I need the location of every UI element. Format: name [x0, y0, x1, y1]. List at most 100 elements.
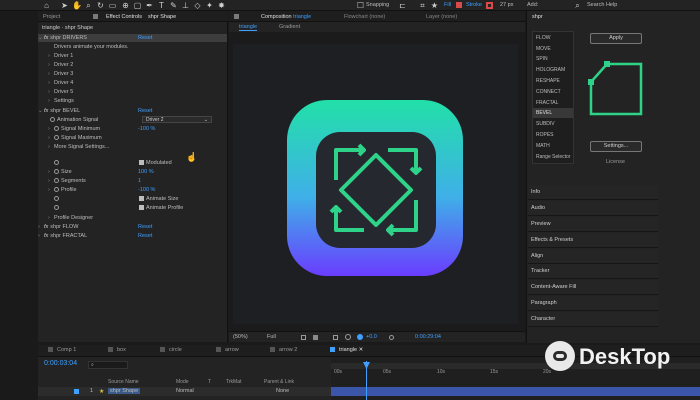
roto-tool-icon[interactable]: ✦ — [205, 1, 214, 10]
tab-project[interactable]: Project — [43, 14, 60, 20]
hand-tool-icon[interactable]: ✋ — [72, 1, 82, 10]
current-time[interactable]: 0:00:29:04 — [415, 334, 441, 340]
snap-icon[interactable]: ⊏ — [398, 1, 407, 10]
tab-composition[interactable]: Composition triangle — [261, 14, 311, 20]
composition-canvas[interactable] — [233, 44, 518, 324]
section-preview[interactable]: Preview — [528, 217, 658, 232]
grid-icon[interactable]: ⌗ — [418, 1, 427, 10]
channel-icon[interactable] — [345, 334, 351, 340]
zoom-tool-icon[interactable]: ⌕ — [84, 1, 93, 10]
reset-button[interactable]: Reset — [138, 107, 152, 115]
driver-3-row[interactable]: › Driver 3 — [48, 70, 73, 78]
section-tracker[interactable]: Tracker — [528, 264, 658, 279]
driver-1-row[interactable]: › Driver 1 — [48, 52, 73, 60]
fill-swatch[interactable] — [456, 2, 462, 8]
camera-tool-icon[interactable]: ▭ — [108, 1, 117, 10]
reset-button[interactable]: Reset — [138, 223, 152, 231]
stroke-swatch[interactable] — [486, 2, 493, 9]
layer-label-color[interactable] — [74, 389, 79, 394]
effect-row-flow[interactable]: › fx shpr FLOW Reset — [38, 223, 227, 231]
layer-mode-dropdown[interactable]: Normal — [176, 388, 194, 394]
star-icon[interactable]: ★ — [430, 1, 439, 10]
brush-tool-icon[interactable]: ✎ — [169, 1, 178, 10]
timeline-search-input[interactable]: ⌕ — [88, 361, 128, 369]
timeline-tab[interactable]: box — [108, 347, 126, 353]
section-paragraph[interactable]: Paragraph — [528, 296, 658, 311]
layer-name[interactable]: shpr Shape — [108, 388, 141, 394]
driver-5-row[interactable]: › Driver 5 — [48, 88, 73, 96]
animate-size-checkbox[interactable]: Animate Size — [139, 195, 178, 203]
section-content-aware-fill[interactable]: Content-Aware Fill — [528, 280, 658, 295]
timeline-tab[interactable]: Comp 1 — [48, 347, 76, 353]
module-item[interactable]: Range Selector — [536, 152, 570, 162]
module-item[interactable]: SPIN — [536, 54, 548, 64]
section-align[interactable]: Align — [528, 249, 658, 264]
settings-button[interactable]: Settings... — [590, 141, 642, 152]
license-link[interactable]: License — [606, 159, 625, 165]
segments-value[interactable]: 1 — [138, 177, 141, 185]
module-item[interactable]: ROPES — [536, 130, 554, 140]
lock-icon[interactable] — [93, 14, 98, 19]
animation-signal-dropdown[interactable]: Driver 2 ⌄ — [142, 116, 212, 123]
settings-row[interactable]: › Settings — [48, 97, 74, 105]
clone-tool-icon[interactable]: ⊥ — [181, 1, 190, 10]
reset-button[interactable]: Reset — [138, 232, 152, 240]
type-tool-icon[interactable]: T — [157, 1, 166, 10]
effect-row-drivers[interactable]: ⌄fx shpr DRIVERS Reset — [38, 34, 227, 42]
stroke-width-value[interactable]: 27 px — [500, 2, 513, 8]
profile-value[interactable]: -100 % — [138, 186, 155, 194]
module-item-active[interactable]: BEVEL — [533, 108, 573, 118]
signal-minimum-value[interactable]: -100 % — [138, 125, 155, 133]
snapping-checkbox-icon[interactable]: ☐ — [356, 1, 365, 10]
timeline-tab[interactable]: arrow — [216, 347, 239, 353]
module-item[interactable]: FRACTAL — [536, 98, 558, 108]
subtab-gradient[interactable]: Gradient — [279, 24, 300, 30]
effect-row-fractal[interactable]: › fx shpr FRACTAL Reset — [38, 232, 227, 240]
tab-flowchart[interactable]: Flowchart (none) — [344, 14, 385, 20]
timeline-tab[interactable]: arrow 2 — [270, 347, 297, 353]
animate-profile-checkbox[interactable]: Animate Profile — [139, 204, 183, 212]
fill-label[interactable]: Fill — [444, 2, 451, 8]
profile-designer-row[interactable]: › Profile Designer — [48, 214, 93, 222]
add-label[interactable]: Add: — [527, 2, 538, 8]
exposure-icon[interactable] — [357, 334, 363, 340]
section-audio[interactable]: Audio — [528, 201, 658, 216]
reset-button[interactable]: Reset — [138, 34, 152, 42]
zoom-dropdown[interactable]: (50%) — [233, 334, 248, 340]
module-item[interactable]: MOVE — [536, 44, 551, 54]
apply-button[interactable]: Apply — [590, 33, 642, 44]
layer-row[interactable]: 1 ★ shpr Shape Normal None — [38, 387, 331, 396]
layer-parent-dropdown[interactable]: None — [276, 388, 289, 394]
section-info[interactable]: Info — [528, 185, 658, 200]
pan-behind-tool-icon[interactable]: ⊕ — [121, 1, 130, 10]
timeline-timecode[interactable]: 0:00:03:04 — [44, 360, 77, 367]
more-signal-settings-row[interactable]: › More Signal Settings... — [48, 143, 109, 151]
driver-2-row[interactable]: › Driver 2 — [48, 61, 73, 69]
camera-icon[interactable] — [389, 335, 394, 340]
pen-tool-icon[interactable]: ✒ — [145, 1, 154, 10]
region-icon[interactable] — [301, 335, 306, 340]
search-help-field[interactable]: Search Help — [587, 2, 617, 8]
timeline-tab-active[interactable]: triangle ✕ — [330, 347, 363, 353]
module-item[interactable]: HOLOGRAM — [536, 65, 565, 75]
shape-tool-icon[interactable]: ▢ — [133, 1, 142, 10]
subtab-triangle[interactable]: triangle — [239, 24, 258, 31]
lock-icon[interactable] — [234, 14, 239, 19]
module-item[interactable]: FLOW — [536, 33, 550, 43]
puppet-tool-icon[interactable]: ✸ — [217, 1, 226, 10]
search-icon[interactable]: ⌕ — [573, 1, 582, 10]
module-item[interactable]: MATH — [536, 141, 550, 151]
driver-4-row[interactable]: › Driver 4 — [48, 79, 73, 87]
section-character[interactable]: Character — [528, 312, 658, 327]
home-icon[interactable]: ⌂ — [42, 1, 51, 10]
size-value[interactable]: 100 % — [138, 168, 154, 176]
stroke-label[interactable]: Stroke — [466, 2, 482, 8]
effect-row-bevel[interactable]: ⌄fx shpr BEVEL Reset — [38, 107, 227, 115]
module-item[interactable]: SUBDIV — [536, 119, 555, 129]
eraser-tool-icon[interactable]: ◇ — [193, 1, 202, 10]
selection-tool-icon[interactable]: ➤ — [60, 1, 69, 10]
exposure-value[interactable]: +0.0 — [366, 334, 377, 340]
module-item[interactable]: RESHAPE — [536, 76, 560, 86]
modulated-checkbox[interactable]: Modulated — [139, 159, 172, 167]
rotate-tool-icon[interactable]: ↻ — [96, 1, 105, 10]
